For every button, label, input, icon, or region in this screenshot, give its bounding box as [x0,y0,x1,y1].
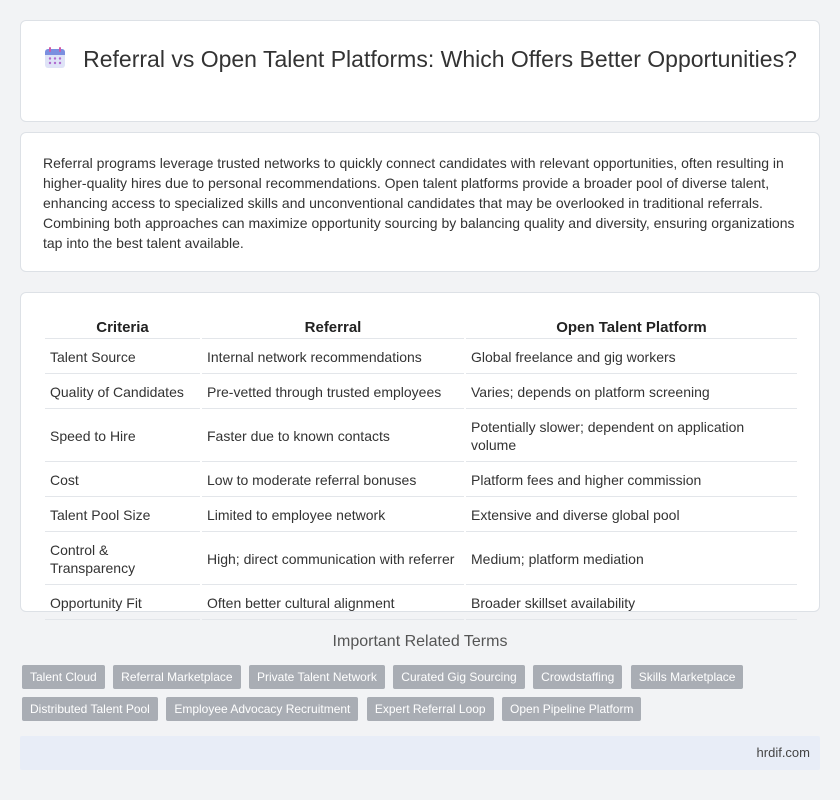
table-row: Talent Pool Size Limited to employee net… [45,499,797,532]
intro-card: Referral programs leverage trusted netwo… [20,132,820,272]
related-term-tag[interactable]: Referral Marketplace [113,665,241,689]
related-terms-list: Talent Cloud Referral Marketplace Privat… [22,665,822,729]
cell-referral: Limited to employee network [202,499,464,532]
header-open-talent: Open Talent Platform [466,313,797,339]
cell-referral: Often better cultural alignment [202,587,464,620]
cell-criteria: Control & Transparency [45,534,200,585]
cell-open-talent: Global freelance and gig workers [466,341,797,374]
cell-referral: Faster due to known contacts [202,411,464,462]
cell-open-talent: Varies; depends on platform screening [466,376,797,409]
related-term-tag[interactable]: Expert Referral Loop [366,697,494,721]
related-terms-heading: Important Related Terms [332,633,508,650]
page-title: Referral vs Open Talent Platforms: Which… [83,46,797,72]
cell-criteria: Cost [45,464,200,497]
cell-open-talent: Platform fees and higher commission [466,464,797,497]
cell-criteria: Opportunity Fit [45,587,200,620]
related-term-tag[interactable]: Skills Marketplace [630,665,744,689]
related-term-tag[interactable]: Talent Cloud [22,665,105,689]
title-wrap: Referral vs Open Talent Platforms: Which… [21,45,819,74]
table-row: Talent Source Internal network recommend… [45,341,797,374]
comparison-table: Criteria Referral Open Talent Platform T… [43,311,799,622]
table-row: Quality of Candidates Pre-vetted through… [45,376,797,409]
intro-paragraph: Referral programs leverage trusted netwo… [43,155,795,251]
footer-site-link[interactable]: hrdif.com [757,745,810,760]
header-referral: Referral [202,313,464,339]
footer: hrdif.com [20,736,820,770]
cell-referral: Internal network recommendations [202,341,464,374]
related-term-tag[interactable]: Open Pipeline Platform [502,697,642,721]
cell-open-talent: Potentially slower; dependent on applica… [466,411,797,462]
cell-referral: Low to moderate referral bonuses [202,464,464,497]
cell-criteria: Talent Source [45,341,200,374]
cell-referral: High; direct communication with referrer [202,534,464,585]
cell-criteria: Quality of Candidates [45,376,200,409]
related-term-tag[interactable]: Employee Advocacy Recruitment [166,697,359,721]
related-term-tag[interactable]: Crowdstaffing [533,665,623,689]
table-row: Opportunity Fit Often better cultural al… [45,587,797,620]
cell-criteria: Speed to Hire [45,411,200,462]
calendar-icon [45,47,66,68]
related-term-tag[interactable]: Curated Gig Sourcing [393,665,525,689]
table-header-row: Criteria Referral Open Talent Platform [45,313,797,339]
cell-open-talent: Medium; platform mediation [466,534,797,585]
header-criteria: Criteria [45,313,200,339]
related-term-tag[interactable]: Private Talent Network [249,665,385,689]
comparison-card: Criteria Referral Open Talent Platform T… [20,292,820,620]
table-row: Cost Low to moderate referral bonuses Pl… [45,464,797,497]
title-card: Referral vs Open Talent Platforms: Which… [20,20,820,122]
table-row: Speed to Hire Faster due to known contac… [45,411,797,462]
cell-open-talent: Broader skillset availability [466,587,797,620]
related-term-tag[interactable]: Distributed Talent Pool [22,697,158,721]
cell-criteria: Talent Pool Size [45,499,200,532]
table-row: Control & Transparency High; direct comm… [45,534,797,585]
cell-referral: Pre-vetted through trusted employees [202,376,464,409]
cell-open-talent: Extensive and diverse global pool [466,499,797,532]
